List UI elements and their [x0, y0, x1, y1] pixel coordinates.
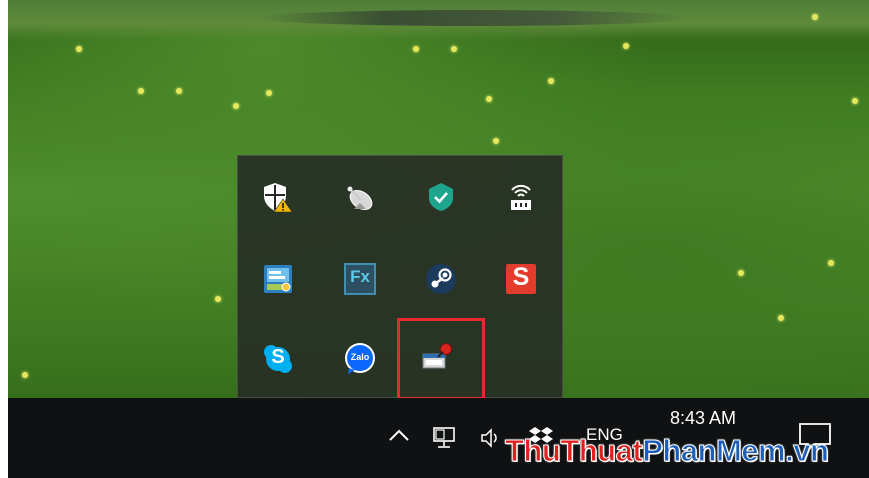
- highlight-box: [397, 318, 485, 400]
- flower: [486, 96, 492, 102]
- flower: [852, 98, 858, 104]
- fx-label: Fx: [350, 267, 370, 286]
- flower: [413, 46, 419, 52]
- flower: [623, 43, 629, 49]
- flower: [812, 14, 818, 20]
- flower: [176, 88, 182, 94]
- watermark-part-vn: .vn: [785, 433, 830, 469]
- flower: [738, 270, 744, 276]
- skype-icon[interactable]: S: [260, 341, 296, 377]
- unikey-icon[interactable]: [260, 261, 296, 297]
- steam-icon[interactable]: [423, 261, 459, 297]
- wallpaper-path: [258, 10, 688, 26]
- sticky-s-icon[interactable]: S: [503, 261, 539, 297]
- watermark: ThuThuatPhanMem.vn: [504, 433, 830, 469]
- flower: [493, 138, 499, 144]
- satellite-dish-icon[interactable]: [342, 179, 378, 215]
- network-lock-icon[interactable]: [503, 179, 539, 215]
- flower: [76, 46, 82, 52]
- windows-security-icon[interactable]: [260, 179, 296, 215]
- skype-label: S: [271, 346, 285, 368]
- clock-time[interactable]: 8:43 AM: [648, 408, 758, 429]
- flower: [22, 372, 28, 378]
- watermark-part-thu: Thu: [504, 433, 561, 469]
- flower: [215, 296, 221, 302]
- flower: [233, 103, 239, 109]
- chevron-up-icon[interactable]: [388, 428, 410, 447]
- watermark-part-thuat: Thuat: [560, 433, 643, 469]
- kaspersky-shield-icon[interactable]: [423, 179, 459, 215]
- flower: [451, 46, 457, 52]
- flower: [548, 78, 554, 84]
- flower: [138, 88, 144, 94]
- flower: [778, 315, 784, 321]
- volume-icon[interactable]: [480, 428, 506, 453]
- sticky-s-label: S: [512, 263, 530, 291]
- fx-icon[interactable]: Fx: [342, 261, 378, 297]
- watermark-part-phanmem: PhanMem: [642, 433, 786, 469]
- flower: [266, 90, 272, 96]
- zalo-icon[interactable]: Zalo: [342, 341, 378, 377]
- zalo-label: Zalo: [350, 352, 370, 362]
- network-icon[interactable]: [433, 426, 459, 455]
- flower: [828, 260, 834, 266]
